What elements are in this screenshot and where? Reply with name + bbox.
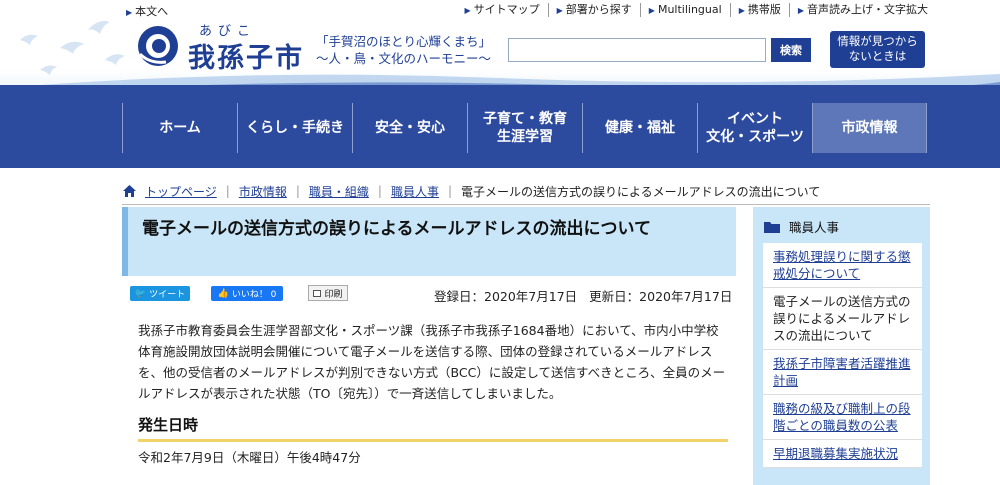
- breadcrumb-separator: |: [447, 184, 452, 198]
- city-logo-icon[interactable]: [136, 24, 180, 68]
- updated-date: 更新日：2020年7月17日: [589, 289, 733, 304]
- facebook-icon: 👍: [217, 288, 229, 299]
- sidebar-item-early-retirement[interactable]: 早期退職募集実施状況: [763, 440, 922, 468]
- sidebar-item-staff-count[interactable]: 職務の級及び職制上の段階ごとの職員数の公表: [763, 395, 922, 440]
- search-button[interactable]: 検索: [771, 38, 811, 62]
- breadcrumb-staff-org[interactable]: 職員・組織: [309, 183, 369, 200]
- util-link-mobile[interactable]: ▶ 携帯版: [731, 3, 790, 17]
- utility-links: ▶ サイトマップ ▶ 部署から探す ▶ Multilingual ▶ 携帯版 ▶ 音声読み…: [456, 3, 928, 17]
- home-icon: [123, 185, 136, 197]
- page-title-box: 電子メールの送信方式の誤りによるメールアドレスの流出について: [122, 207, 736, 276]
- breadcrumb-current: 電子メールの送信方式の誤りによるメールアドレスの流出について: [461, 184, 821, 199]
- sidebar-heading: 職員人事: [763, 217, 839, 236]
- facebook-like-button[interactable]: 👍 いいね！ 0: [211, 286, 283, 301]
- occurrence-datetime: 令和2年7月9日（木曜日）午後4時47分: [138, 450, 361, 465]
- util-link-departments[interactable]: ▶ 部署から探す: [549, 3, 641, 17]
- sidebar-list: 事務処理誤りに関する懲戒処分について 電子メールの送信方式の誤りによるメールアド…: [763, 243, 922, 468]
- breadcrumb-separator: |: [295, 184, 300, 198]
- nav-events[interactable]: イベント 文化・スポーツ: [697, 103, 812, 153]
- skip-to-content-link[interactable]: ▶ 本文へ: [126, 3, 168, 19]
- print-icon: [313, 289, 322, 297]
- nav-safety[interactable]: 安全・安心: [352, 103, 467, 153]
- triangle-icon: ▶: [464, 6, 471, 15]
- help-not-found-button[interactable]: 情報が見つから ないときは: [830, 31, 925, 68]
- sidebar-item-disability-plan[interactable]: 我孫子市障害者活躍推進計画: [763, 350, 922, 395]
- article-body: 我孫子市教育委員会生涯学習部文化・スポーツ課（我孫子市我孫子1684番地）におい…: [138, 323, 726, 401]
- nav-health[interactable]: 健康・福祉: [582, 103, 697, 153]
- folder-icon: [764, 221, 780, 233]
- city-slogan: 「手賀沼のほとり心輝くまち」 ～人・鳥・文化のハーモニー～: [316, 34, 492, 66]
- search-input[interactable]: [508, 38, 766, 62]
- triangle-icon: ▶: [738, 6, 745, 15]
- registered-date: 登録日：2020年7月17日: [434, 289, 578, 304]
- sidebar-item-current: 電子メールの送信方式の誤りによるメールアドレスの流出について: [763, 288, 922, 350]
- triangle-icon: ▶: [556, 6, 563, 15]
- breadcrumb: トップページ | 市政情報 | 職員・組織 | 職員人事 | 電子メールの送信方…: [122, 182, 930, 200]
- triangle-icon: ▶: [126, 8, 133, 17]
- breadcrumb-top[interactable]: トップページ: [145, 183, 217, 200]
- nav-home[interactable]: ホーム: [122, 103, 237, 153]
- triangle-icon: ▶: [648, 6, 655, 15]
- breadcrumb-city-info[interactable]: 市政情報: [239, 183, 287, 200]
- nav-education[interactable]: 子育て・教育 生涯学習: [467, 103, 582, 153]
- nav-living[interactable]: くらし・手続き: [237, 103, 352, 153]
- twitter-icon: 🐦: [134, 288, 147, 299]
- tweet-button[interactable]: 🐦 ツイート: [130, 286, 190, 301]
- breadcrumb-divider: [122, 204, 930, 205]
- breadcrumb-personnel[interactable]: 職員人事: [391, 183, 439, 200]
- breadcrumb-separator: |: [377, 184, 382, 198]
- util-link-accessibility[interactable]: ▶ 音声読み上げ・文字拡大: [790, 3, 928, 17]
- section-heading-occurrence: 発生日時: [138, 414, 728, 442]
- site-header: ▶ 本文へ ▶ サイトマップ ▶ 部署から探す ▶ Multilingual ▶ 携帯版 …: [0, 0, 1000, 168]
- util-link-sitemap[interactable]: ▶ サイトマップ: [456, 3, 549, 17]
- print-button[interactable]: 印刷: [308, 285, 348, 301]
- nav-city-info[interactable]: 市政情報: [812, 103, 927, 153]
- breadcrumb-separator: |: [225, 184, 230, 198]
- triangle-icon: ▶: [797, 6, 804, 15]
- article-dates: 登録日：2020年7月17日 更新日：2020年7月17日: [434, 286, 732, 305]
- sidebar-item-disciplinary[interactable]: 事務処理誤りに関する懲戒処分について: [763, 243, 922, 288]
- page-title: 電子メールの送信方式の誤りによるメールアドレスの流出について: [142, 219, 651, 239]
- sidebar: 職員人事 事務処理誤りに関する懲戒処分について 電子メールの送信方式の誤りによる…: [753, 207, 930, 485]
- global-navigation: ホーム くらし・手続き 安全・安心 子育て・教育 生涯学習 健康・福祉 イベント文…: [0, 85, 1000, 168]
- util-link-multilingual[interactable]: ▶ Multilingual: [641, 3, 731, 17]
